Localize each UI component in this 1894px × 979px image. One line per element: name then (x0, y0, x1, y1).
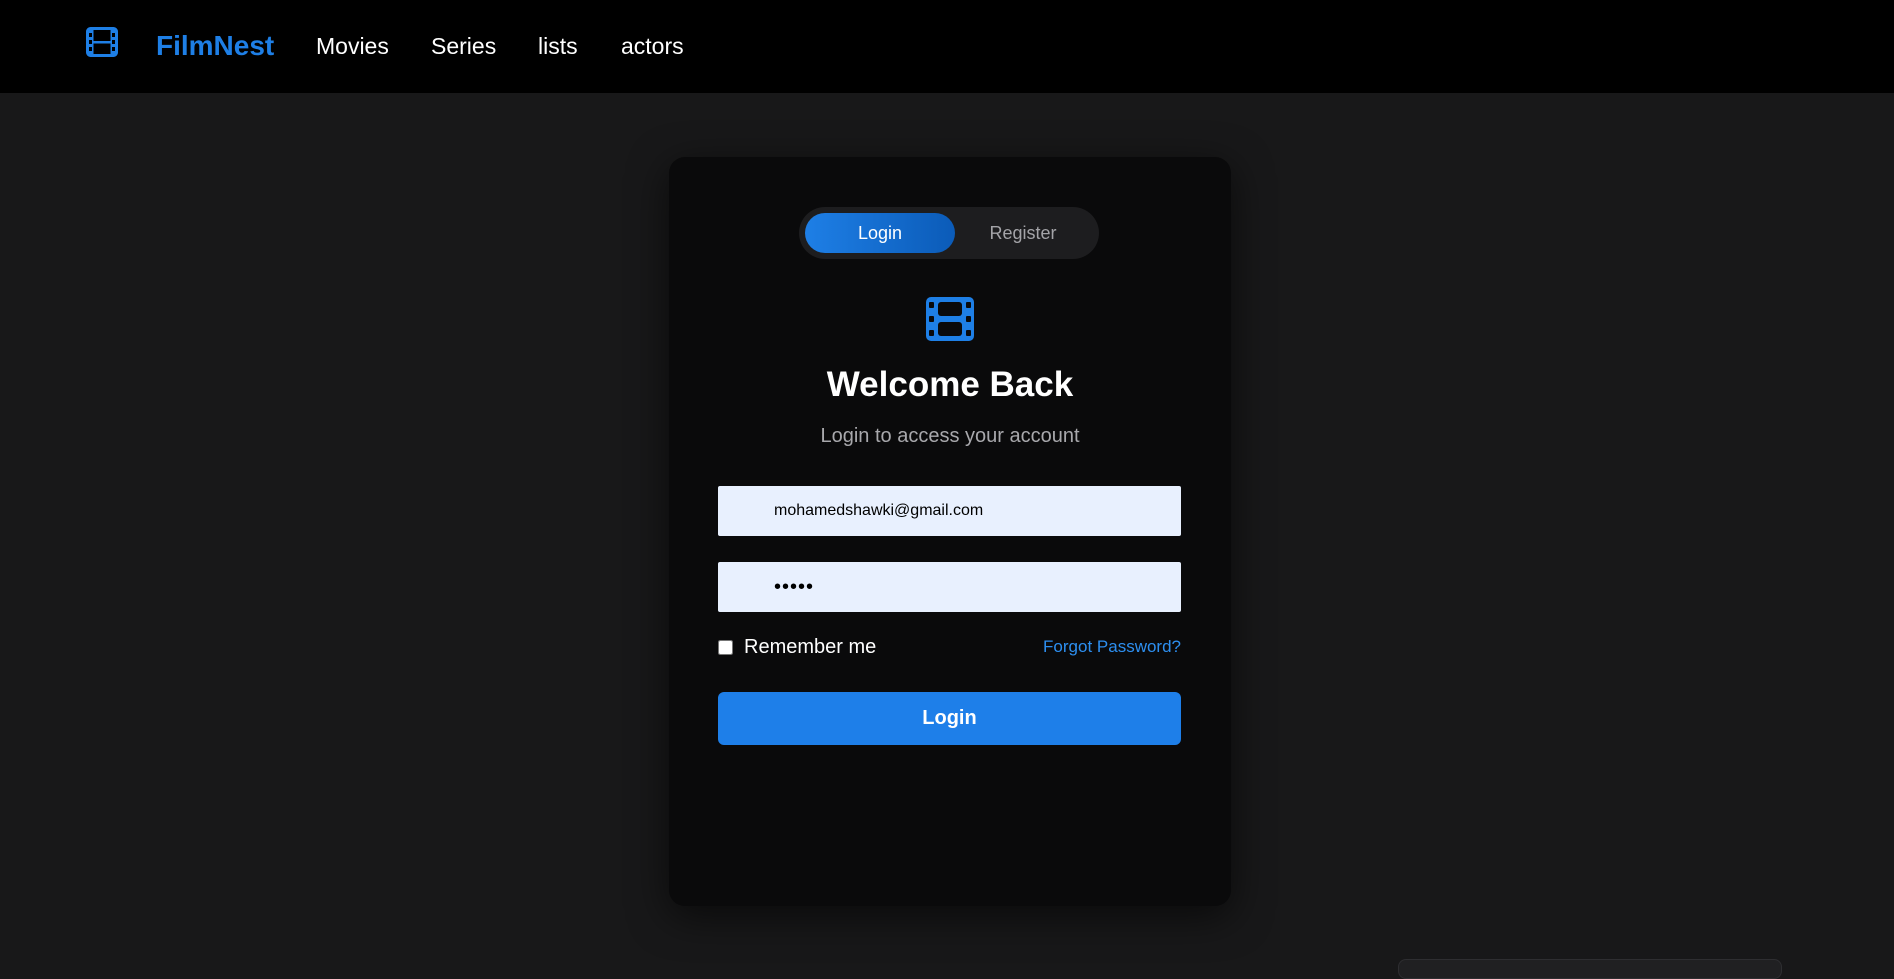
page-subtitle: Login to access your account (820, 425, 1080, 447)
forgot-password-link[interactable]: Forgot Password? (1043, 637, 1181, 657)
page-title: Welcome Back (826, 365, 1074, 404)
remember-me-label: Remember me (744, 635, 877, 658)
navbar: FilmNest Movies Series lists actors (0, 0, 1894, 93)
auth-card: Login Register Welcome Back Login to acc… (669, 157, 1231, 906)
remember-me[interactable]: Remember me (718, 635, 876, 659)
tab-login[interactable]: Login (805, 213, 955, 253)
auth-tab-toggle: Login Register (799, 207, 1099, 259)
nav-link-actors[interactable]: actors (621, 30, 684, 62)
password-field[interactable] (718, 562, 1181, 612)
brand-link[interactable]: FilmNest (156, 28, 274, 64)
nav-link-lists[interactable]: lists (538, 30, 578, 62)
login-button[interactable]: Login (718, 692, 1181, 745)
corner-widget[interactable] (1398, 959, 1782, 979)
email-field[interactable] (718, 486, 1181, 536)
remember-me-checkbox[interactable] (718, 639, 733, 655)
film-icon (926, 297, 974, 341)
nav-link-series[interactable]: Series (431, 30, 496, 62)
tab-register[interactable]: Register (948, 213, 1098, 253)
nav-link-movies[interactable]: Movies (316, 30, 389, 62)
film-icon[interactable] (86, 27, 118, 57)
